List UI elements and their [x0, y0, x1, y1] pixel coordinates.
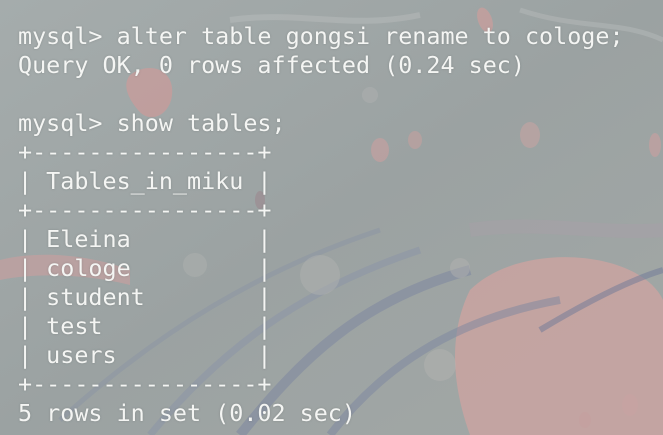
table-row: | cologe | [18, 254, 272, 282]
table-row: | users | [18, 341, 272, 369]
output-line: Query OK, 0 rows affected (0.24 sec) [18, 51, 525, 79]
table-row: | test | [18, 312, 272, 340]
table-row: | student | [18, 283, 272, 311]
table-border-mid: +----------------+ [18, 196, 272, 224]
terminal-output: mysql> alter table gongsi rename to colo… [18, 22, 624, 428]
command-line: mysql> alter table gongsi rename to colo… [18, 22, 624, 50]
table-border-top: +----------------+ [18, 138, 272, 166]
terminal-window[interactable]: mysql> alter table gongsi rename to colo… [0, 0, 663, 435]
table-header-row: | Tables_in_miku | [18, 167, 272, 195]
table-border-bottom: +----------------+ [18, 370, 272, 398]
table-row: | Eleina | [18, 225, 272, 253]
command-line: mysql> show tables; [18, 109, 286, 137]
result-summary-line: 5 rows in set (0.02 sec) [18, 399, 356, 427]
